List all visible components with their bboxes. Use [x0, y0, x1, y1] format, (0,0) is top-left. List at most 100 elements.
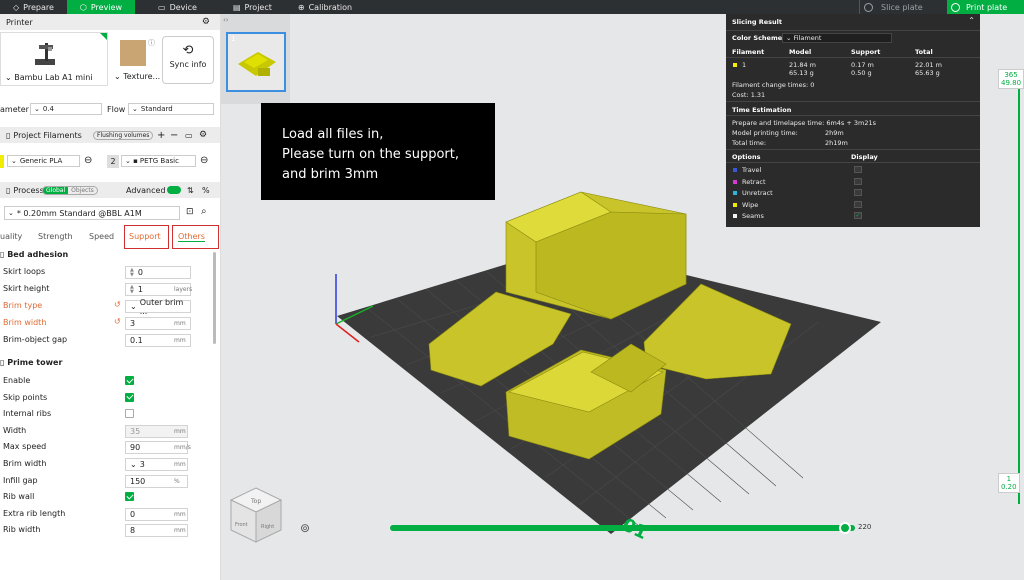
calibration-icon: ⊕: [297, 2, 305, 12]
filament-select[interactable]: ⌄ ▪ PETG Basic: [121, 155, 196, 167]
prime-tower-label: Internal ribs: [3, 409, 52, 419]
sync-info-button[interactable]: ⟲ Sync info: [162, 36, 214, 84]
tab-label: Project: [244, 2, 272, 12]
move-slider-handle[interactable]: [839, 522, 851, 534]
prime-tower-title: ▯ Prime tower: [0, 358, 63, 367]
bed-adhesion-label: Brim width: [3, 318, 47, 327]
objects-option[interactable]: Objects: [68, 187, 97, 194]
instruction-line-1: Load all files in,: [282, 127, 384, 142]
nozzle-diameter-select[interactable]: ⌄ 0.4: [30, 103, 102, 115]
bed-adhesion-value: 1: [137, 285, 143, 294]
display-checkbox[interactable]: ✓: [854, 212, 862, 220]
plate-type-selector[interactable]: ⓘ ⌄ Texture...: [112, 36, 160, 86]
panel-scrollbar[interactable]: [213, 252, 216, 344]
tab-support-highlight[interactable]: Support: [124, 225, 169, 249]
layer-slider-track[interactable]: [1018, 84, 1020, 504]
collapse-icon[interactable]: ‹›: [223, 16, 229, 24]
slice-plate-button[interactable]: Slice plate: [859, 0, 943, 14]
global-option[interactable]: Global: [43, 186, 69, 194]
prime-tower-checkbox[interactable]: [125, 409, 134, 419]
prepare-time: Prepare and timelapse time: 6m4s + 3m21s: [732, 119, 877, 127]
bed-adhesion-input[interactable]: ▲ ▼ 0: [125, 266, 191, 279]
process-preset-select[interactable]: ⌄ * 0.20mm Standard @BBL A1M: [4, 206, 180, 220]
prime-tower-checkbox[interactable]: [125, 392, 134, 402]
filaments-section-title: Project Filaments: [13, 130, 82, 140]
prime-tower-label: Brim width: [3, 459, 47, 468]
compare-icon[interactable]: ⇅: [187, 186, 194, 195]
tab-device[interactable]: ▭ Device: [145, 0, 210, 14]
reset-icon[interactable]: ↺: [114, 317, 121, 326]
edit-filament-icon[interactable]: ⊖: [200, 155, 208, 166]
printer-selector[interactable]: ⌄ Bambu Lab A1 mini: [0, 32, 108, 86]
layer-top-tag[interactable]: 365 49.80: [998, 69, 1024, 89]
group-icon: ▯: [0, 250, 5, 259]
view-cube-top: Top: [250, 498, 261, 505]
filament-item-2[interactable]: 2 ⌄ ▪ PETG Basic ⊖: [107, 154, 217, 170]
display-checkbox[interactable]: [854, 200, 862, 208]
process-section-title: Process: [13, 185, 44, 195]
model-time: 2h9m: [825, 129, 844, 137]
prime-tower-label: Width: [3, 425, 27, 435]
prime-tower-checkbox[interactable]: [125, 492, 134, 502]
prime-tower-value: 8: [130, 526, 136, 536]
settings-panel: Printer ⚙ ⌄ Bambu Lab A1 mini ⓘ ⌄ Textur…: [0, 14, 221, 580]
prime-tower-checkbox[interactable]: [125, 376, 134, 385]
tab-preview[interactable]: ⬡ Preview: [66, 0, 136, 14]
global-objects-toggle[interactable]: Global Objects: [42, 185, 98, 195]
total-time: 2h19m: [825, 139, 848, 147]
tab-quality[interactable]: uality: [0, 232, 22, 241]
edit-filament-icon[interactable]: ⊖: [84, 155, 92, 166]
flushing-volumes-button[interactable]: Flushing volumes: [93, 130, 154, 140]
view-cube[interactable]: Top Front Right: [227, 484, 285, 548]
3d-viewport[interactable]: ‹› 1 01 Load all files in,: [221, 14, 1024, 580]
display-checkbox[interactable]: [854, 177, 862, 185]
add-icon[interactable]: +: [157, 130, 165, 141]
tab-support[interactable]: Support: [129, 232, 161, 241]
filament-item-1[interactable]: ⌄ Generic PLA ⊖: [0, 154, 100, 170]
plate-thumbnail[interactable]: 1: [226, 32, 286, 92]
filament-change-times: Filament change times: 0: [732, 81, 815, 89]
model-time-label: Model printing time:: [732, 129, 798, 137]
display-checkbox[interactable]: [854, 189, 862, 197]
flow-select[interactable]: ⌄ Standard: [128, 103, 214, 115]
unit-label: mm: [174, 337, 186, 344]
tab-project[interactable]: ▤ Project: [220, 0, 285, 14]
filament-select[interactable]: ⌄ Generic PLA: [7, 155, 80, 167]
collapse-icon[interactable]: ⌃: [968, 16, 975, 25]
print-plate-label: Print plate: [966, 2, 1008, 12]
spin-arrows-icon[interactable]: ▲ ▼: [130, 267, 134, 278]
option-label: Retract: [742, 177, 766, 186]
move-slider-track[interactable]: [390, 525, 855, 531]
edit-icon[interactable]: ▭: [185, 131, 193, 140]
prime-tower-label: Rib wall: [3, 492, 35, 502]
reset-icon[interactable]: ↺: [114, 300, 121, 309]
tab-others[interactable]: Others: [178, 232, 205, 242]
minus-icon[interactable]: −: [170, 130, 178, 141]
process-section-header: ▯ Process Global Objects Advanced ⇅ %: [0, 182, 220, 198]
printer-section-header: Printer ⚙: [0, 14, 220, 30]
tab-calibration[interactable]: ⊕ Calibration: [285, 0, 365, 14]
display-label: Display: [851, 153, 878, 161]
search-icon[interactable]: ⌕: [201, 206, 207, 217]
color-scheme-select[interactable]: ⌄ Filament: [782, 33, 892, 43]
tab-others-highlight[interactable]: Others: [172, 225, 219, 249]
tab-speed[interactable]: Speed: [89, 232, 114, 241]
display-checkbox[interactable]: [854, 166, 862, 173]
print-plate-button[interactable]: Print plate: [947, 0, 1024, 14]
gear-icon[interactable]: ⚙: [202, 17, 210, 27]
layer-slider[interactable]: 365 49.80 1 0.20: [998, 14, 1024, 580]
bed-adhesion-value: 0.1: [130, 336, 143, 345]
bed-adhesion-input[interactable]: ⌄ Outer brim ...: [125, 298, 191, 316]
save-preset-icon[interactable]: ⊡: [186, 207, 194, 217]
advanced-toggle[interactable]: [167, 186, 181, 194]
gear-icon[interactable]: ⚙: [199, 130, 207, 140]
layer-bottom-tag[interactable]: 1 0.20: [998, 473, 1020, 493]
tab-prepare[interactable]: ◇ Prepare: [0, 0, 67, 14]
camera-icon[interactable]: ⊚: [300, 521, 310, 535]
prime-tower-value: 3: [139, 460, 145, 469]
tab-strength[interactable]: Strength: [38, 232, 73, 241]
sync-icon: ⟲: [182, 43, 194, 58]
prime-tower-label: Extra rib length: [3, 508, 66, 518]
percent-icon[interactable]: %: [202, 186, 210, 195]
spin-arrows-icon[interactable]: ▲ ▼: [130, 284, 134, 295]
